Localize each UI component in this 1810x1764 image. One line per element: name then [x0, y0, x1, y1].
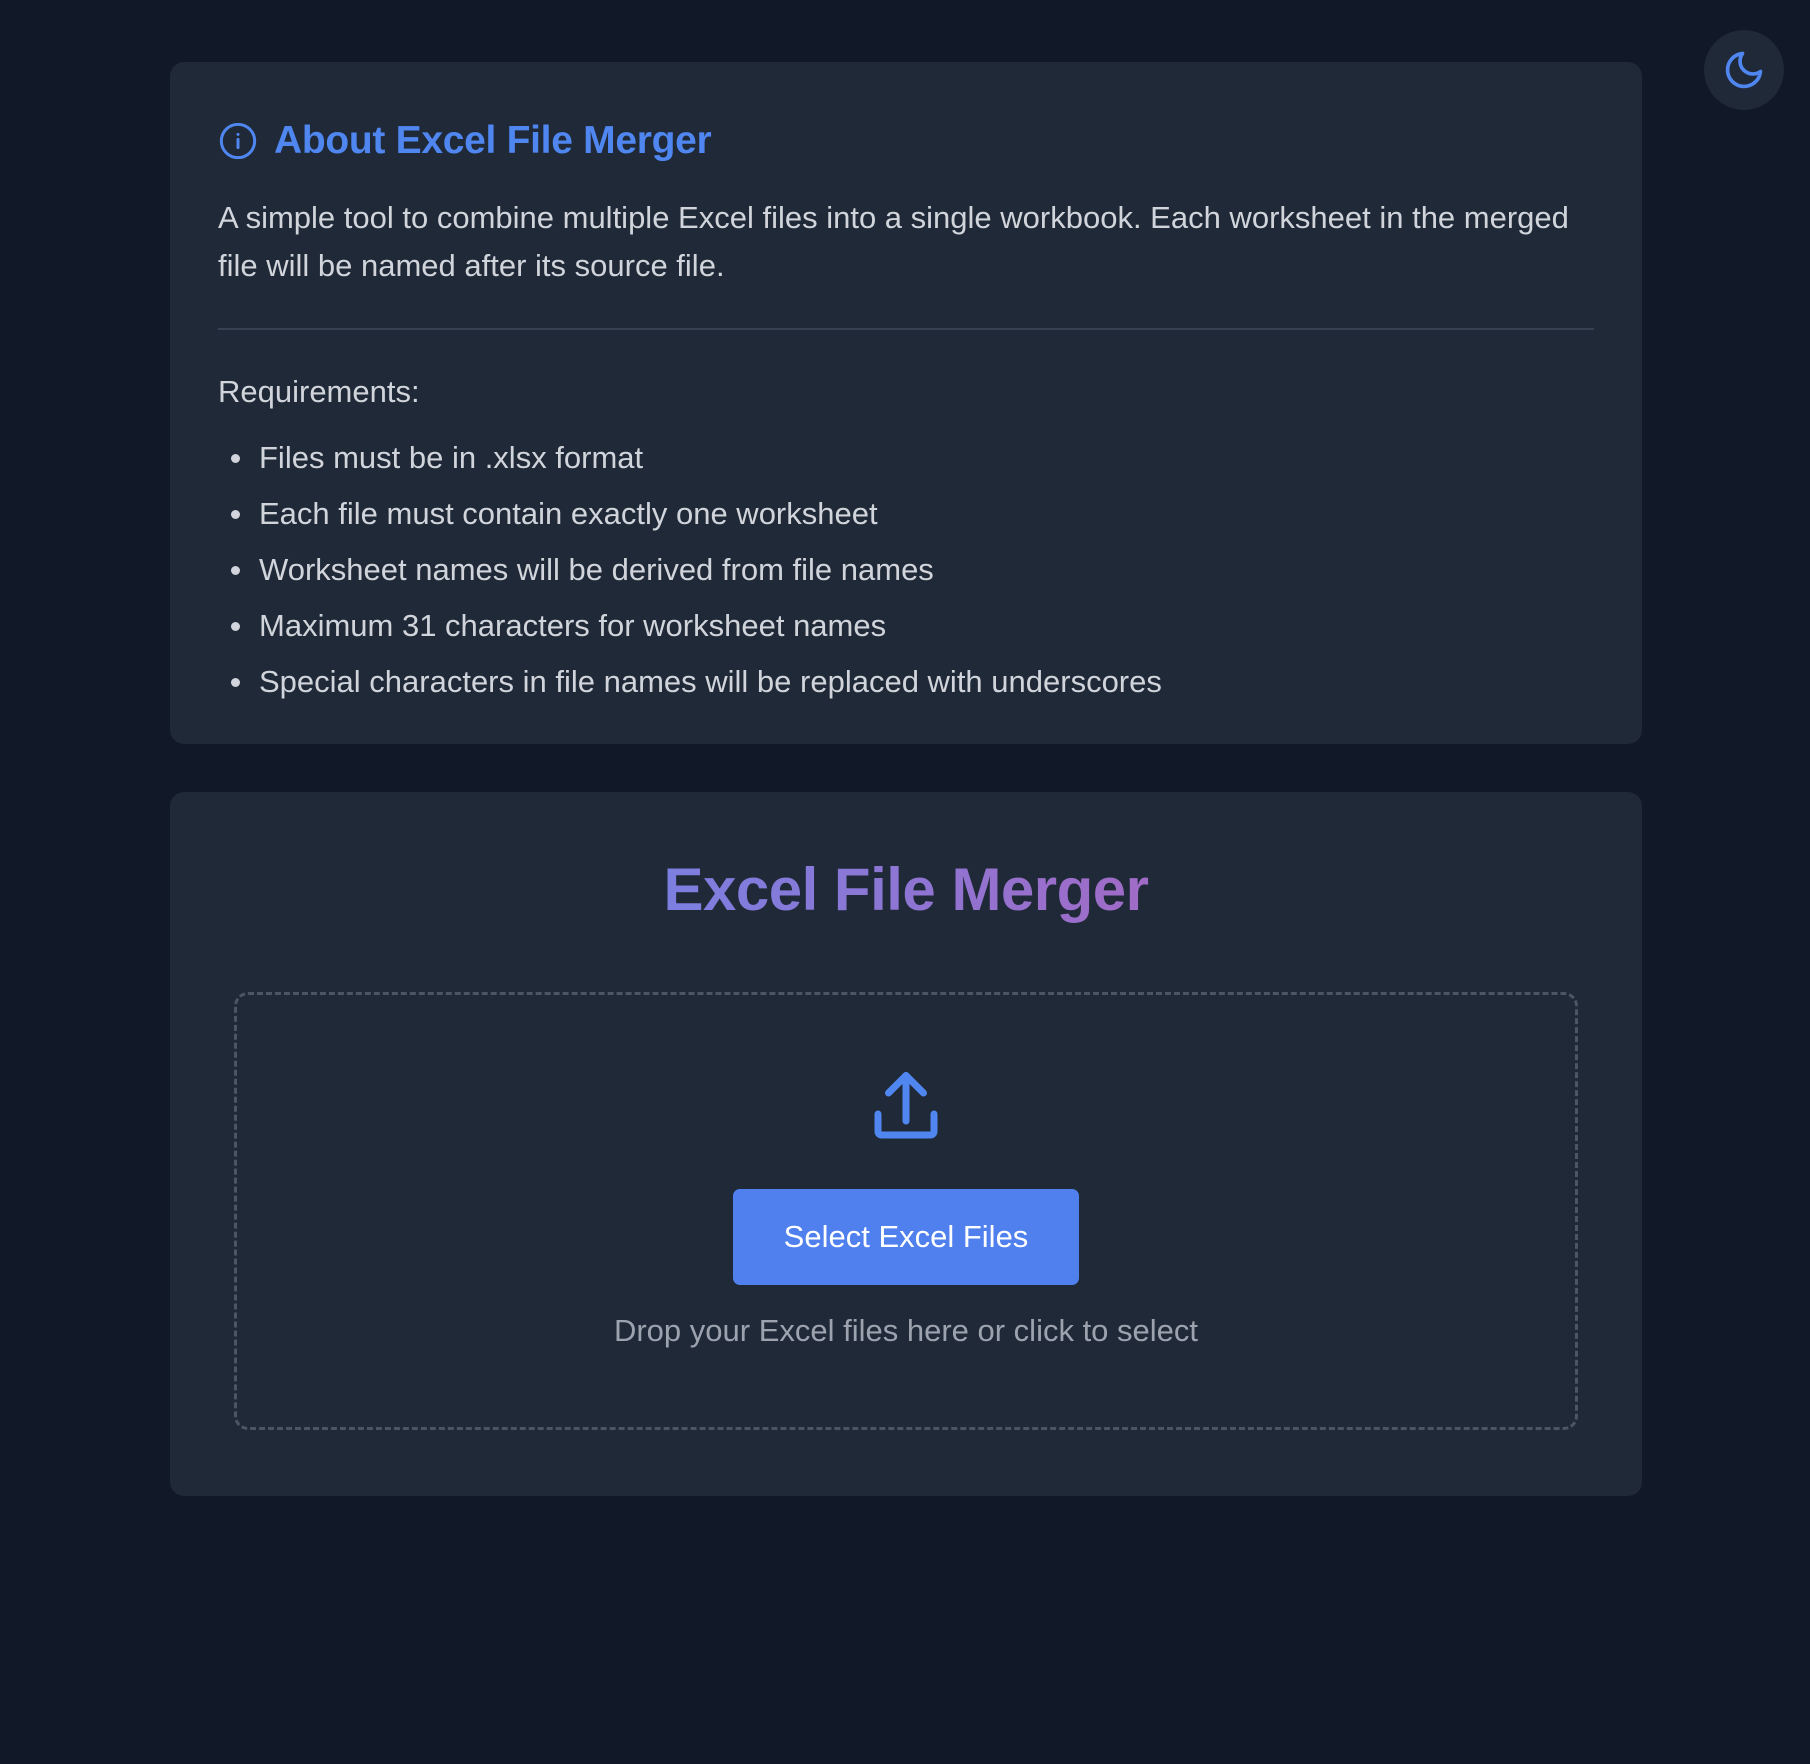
requirement-text: Special characters in file names will be…: [259, 664, 1162, 699]
page-title-text: Excel File Merger: [663, 856, 1149, 923]
list-item: Files must be in .xlsx format: [218, 430, 1594, 486]
about-card: About Excel File Merger A simple tool to…: [170, 62, 1642, 744]
select-files-button[interactable]: Select Excel Files: [733, 1189, 1079, 1285]
requirements-title: Requirements:: [218, 374, 420, 409]
info-icon: [219, 122, 257, 160]
drop-hint: Drop your Excel files here or click to s…: [613, 1313, 1199, 1348]
requirement-text: Files must be in .xlsx format: [259, 440, 644, 475]
requirement-text: Maximum 31 characters for worksheet name…: [259, 608, 887, 643]
bullet: [231, 677, 240, 687]
upload-icon: [874, 1072, 938, 1139]
requirement-text: Each file must contain exactly one works…: [259, 496, 878, 531]
page-title: Excel File Merger: [170, 852, 1642, 928]
theme-toggle-button[interactable]: [1704, 30, 1784, 110]
divider: [218, 328, 1594, 330]
moon-icon: [1725, 51, 1763, 89]
about-description: A simple tool to combine multiple Excel …: [218, 200, 1569, 283]
bullet: [231, 509, 240, 519]
file-dropzone[interactable]: Select Excel Files Drop your Excel files…: [234, 992, 1578, 1430]
merger-card: Excel File Merger Select Excel Files Dro…: [170, 792, 1642, 1496]
list-item: Special characters in file names will be…: [218, 654, 1594, 710]
bullet: [231, 453, 240, 463]
list-item: Each file must contain exactly one works…: [218, 486, 1594, 542]
list-item: Worksheet names will be derived from fil…: [218, 542, 1594, 598]
list-item: Maximum 31 characters for worksheet name…: [218, 598, 1594, 654]
bullet: [231, 621, 240, 631]
requirement-text: Worksheet names will be derived from fil…: [259, 552, 934, 587]
about-title: About Excel File Merger: [274, 119, 712, 162]
bullet: [231, 565, 240, 575]
about-header: About Excel File Merger: [218, 114, 1594, 168]
requirements-list: Files must be in .xlsx format Each file …: [218, 430, 1594, 710]
